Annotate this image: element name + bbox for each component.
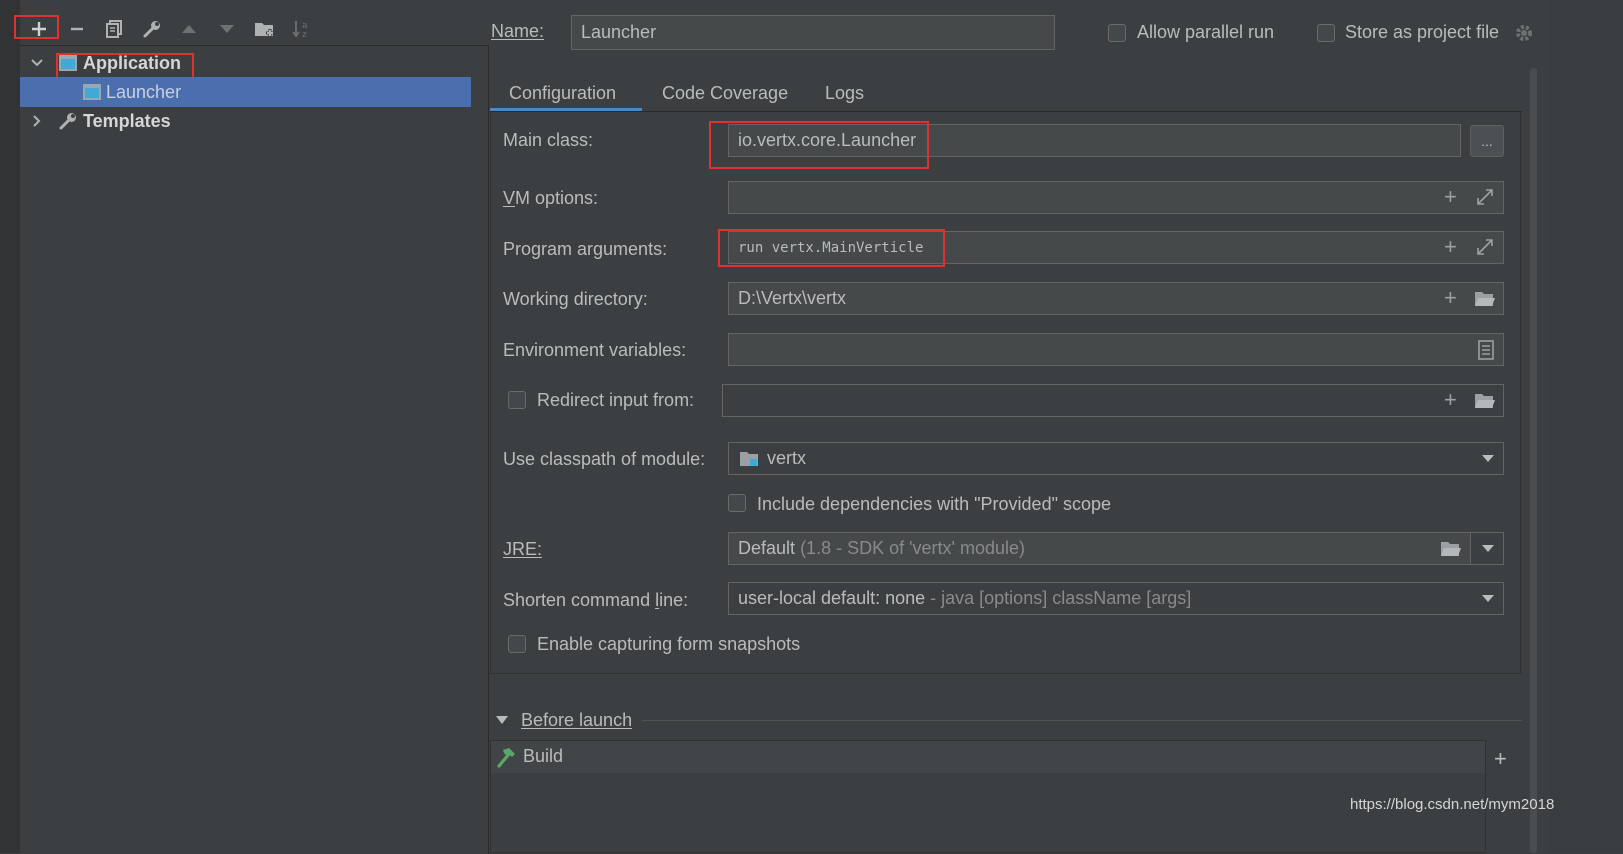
environment-variables-input[interactable] <box>728 333 1504 366</box>
svg-text:z: z <box>302 30 307 39</box>
name-input[interactable]: Launcher <box>571 15 1055 50</box>
list-item-label: Build <box>523 746 564 766</box>
before-launch-divider <box>642 720 1522 721</box>
before-launch-title: Before launch <box>521 710 633 730</box>
folder-open-icon[interactable] <box>1474 290 1496 308</box>
plus-icon[interactable]: + <box>1444 236 1457 258</box>
jre-label: JRE: <box>503 539 543 559</box>
tab-configuration[interactable]: Configuration <box>509 74 616 112</box>
jre-value: Default <box>738 538 796 558</box>
tree-item-templates[interactable]: Templates <box>20 106 488 136</box>
folder-add-icon[interactable] <box>248 14 282 44</box>
vm-options-label: VM options: <box>503 188 599 208</box>
redirect-input-checkbox[interactable] <box>508 391 526 409</box>
enable-capturing-checkbox[interactable] <box>508 635 526 653</box>
allow-parallel-run-checkbox[interactable] <box>1108 24 1126 42</box>
sort-alpha-icon[interactable]: az <box>285 14 319 44</box>
environment-variables-label: Environment variables: <box>503 340 687 360</box>
arrow-up-icon[interactable] <box>172 14 206 44</box>
module-folder-icon <box>740 451 758 466</box>
jre-hint: (1.8 - SDK of 'vertx' module) <box>800 538 1026 558</box>
arrow-down-icon[interactable] <box>210 14 244 44</box>
left-gutter <box>0 0 20 853</box>
application-icon <box>83 84 101 100</box>
chevron-down-icon[interactable] <box>1481 544 1495 553</box>
plus-icon[interactable]: + <box>1444 389 1457 411</box>
tab-code-coverage[interactable]: Code Coverage <box>662 74 788 112</box>
redirect-input-label: Redirect input from: <box>537 390 695 410</box>
include-dependencies-checkbox[interactable] <box>728 494 746 512</box>
chevron-down-icon[interactable] <box>1481 594 1495 603</box>
main-class-input[interactable]: io.vertx.core.Launcher <box>728 124 1461 157</box>
tree-item-launcher[interactable]: Launcher <box>20 77 471 107</box>
wrench-icon <box>59 113 76 130</box>
plus-icon[interactable]: + <box>1444 287 1457 309</box>
tree-item-label: Templates <box>83 110 171 131</box>
chevron-down-icon[interactable] <box>495 715 509 725</box>
vm-options-input[interactable] <box>728 181 1504 214</box>
tree-item-label: Launcher <box>106 81 182 102</box>
shorten-command-line-select[interactable]: user-local default: none - java [options… <box>728 582 1504 615</box>
classpath-module-select[interactable]: vertx <box>728 442 1504 475</box>
enable-capturing-label: Enable capturing form snapshots <box>537 634 801 654</box>
shorten-value: user-local default: none <box>738 588 926 608</box>
store-as-project-file-checkbox[interactable] <box>1317 24 1335 42</box>
hammer-icon <box>497 748 515 768</box>
folder-open-icon[interactable] <box>1440 540 1462 558</box>
working-directory-input[interactable]: D:\Vertx\vertx <box>728 282 1504 315</box>
shorten-command-line-label: Shorten command line: <box>503 590 689 610</box>
classpath-module-value: vertx <box>767 448 807 468</box>
remove-icon[interactable] <box>60 14 94 44</box>
copy-icon[interactable] <box>97 14 131 44</box>
include-dependencies-label: Include dependencies with "Provided" sco… <box>757 494 1112 514</box>
chevron-down-icon[interactable] <box>1481 454 1495 463</box>
program-arguments-input[interactable]: run vertx.MainVerticle <box>728 231 1504 264</box>
browse-main-class-button[interactable]: ... <box>1470 125 1504 157</box>
working-directory-label: Working directory: <box>503 289 648 309</box>
program-arguments-label: Program arguments: <box>503 239 668 259</box>
wrench-icon[interactable] <box>135 14 169 44</box>
scrollbar-thumb[interactable] <box>1530 68 1537 853</box>
add-icon[interactable] <box>22 14 56 44</box>
chevron-down-icon[interactable] <box>30 56 44 70</box>
document-list-icon[interactable] <box>1478 340 1494 360</box>
name-label: Name: <box>491 21 545 41</box>
application-icon <box>59 55 77 71</box>
tab-logs[interactable]: Logs <box>825 74 864 112</box>
classpath-module-label: Use classpath of module: <box>503 449 706 469</box>
redirect-input-field[interactable] <box>722 384 1504 417</box>
expand-icon[interactable] <box>1476 188 1494 206</box>
shorten-hint: - java [options] className [args] <box>930 588 1192 608</box>
store-as-project-file-label: Store as project file <box>1345 22 1500 42</box>
configuration-tree <box>20 45 489 854</box>
expand-icon[interactable] <box>1476 238 1494 256</box>
add-before-launch-icon[interactable]: + <box>1494 748 1507 770</box>
chevron-right-icon[interactable] <box>30 114 44 128</box>
background-window-edge <box>1550 0 1623 853</box>
jre-input[interactable]: Default (1.8 - SDK of 'vertx' module) <box>728 532 1471 565</box>
watermark-text: https://blog.csdn.net/mym2018 <box>1350 796 1555 813</box>
plus-icon[interactable]: + <box>1444 186 1457 208</box>
gear-icon[interactable] <box>1514 23 1534 43</box>
list-item-build[interactable]: Build <box>491 741 1485 773</box>
folder-open-icon[interactable] <box>1474 392 1496 410</box>
tree-item-application[interactable]: Application <box>20 48 488 78</box>
allow-parallel-run-label: Allow parallel run <box>1137 22 1275 42</box>
main-class-label: Main class: <box>503 130 594 150</box>
tree-item-label: Application <box>83 52 181 73</box>
